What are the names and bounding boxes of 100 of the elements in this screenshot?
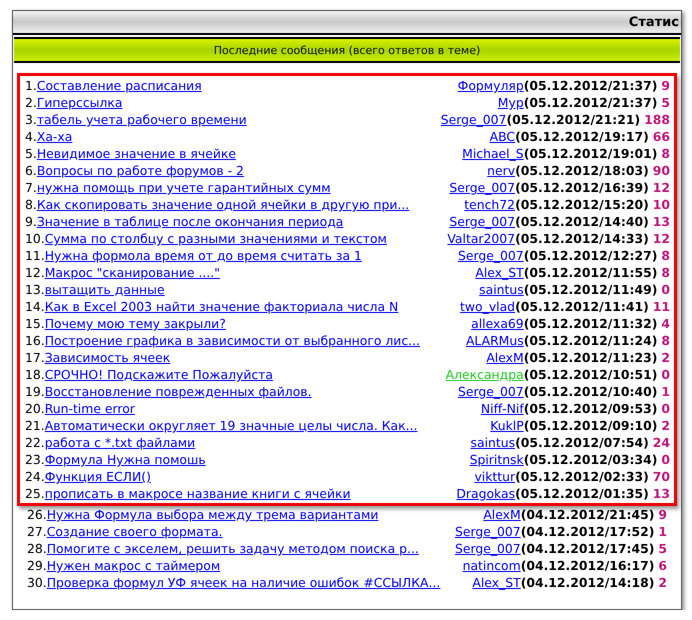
- topic-number: 7.: [25, 179, 37, 196]
- author-link[interactable]: two_vlad: [460, 298, 516, 315]
- reply-count: 188: [644, 111, 670, 128]
- topic-link[interactable]: Макрос "сканирование ....": [44, 264, 220, 281]
- post-date: (05.12.2012/10:40): [524, 383, 658, 400]
- post-date: (05.12.2012/12:27): [524, 247, 658, 264]
- reply-count: 8: [661, 332, 670, 349]
- post-date: (05.12.2012/09:53): [524, 400, 658, 417]
- post-date: (05.12.2012/18:03): [515, 162, 649, 179]
- topic-link[interactable]: Построение графика в зависимости от выбранного лис...: [44, 332, 420, 349]
- author-link[interactable]: Мур: [498, 94, 524, 111]
- topic-number: 15.: [25, 315, 45, 332]
- reply-count: 2: [661, 417, 670, 434]
- post-date: (05.12.2012/11:49): [524, 281, 658, 298]
- topic-link[interactable]: СРОЧНО! Подскажите Пожалуйста: [44, 366, 273, 383]
- author-link[interactable]: Serge_007: [449, 213, 516, 230]
- topic-link[interactable]: Как скопировать значение одной ячейки в другую при...: [36, 196, 410, 213]
- topic-link[interactable]: Восстановление поврежденных файлов.: [44, 383, 312, 400]
- author-link[interactable]: Serge_007: [454, 523, 521, 540]
- topic-link[interactable]: Помогите с экселем, решить задачу методом поиска р...: [46, 540, 419, 557]
- topic-number: 21.: [25, 417, 45, 434]
- post-date: (05.12.2012/14:33): [515, 230, 649, 247]
- reply-count: 0: [661, 451, 670, 468]
- topic-link[interactable]: Формула Нужна помошь: [44, 451, 206, 468]
- author-link[interactable]: Serge_007: [440, 111, 506, 128]
- author-link[interactable]: vikttur: [474, 468, 516, 485]
- post-date: (04.12.2012/14:18): [520, 574, 654, 591]
- author-link[interactable]: AlexM: [486, 349, 524, 366]
- reply-count: 10: [652, 196, 670, 213]
- reply-count: 2: [658, 574, 667, 591]
- reply-count: 13: [652, 485, 670, 502]
- topic-link[interactable]: Нужна Формула выбора между трема вариантами: [46, 506, 378, 523]
- post-date: (05.12.2012/19:01): [524, 145, 658, 162]
- author-link[interactable]: allexa69: [471, 315, 524, 332]
- topic-link[interactable]: Создание своего формата.: [46, 523, 222, 540]
- author-link[interactable]: AlexM: [483, 506, 521, 523]
- reply-count: 66: [652, 128, 670, 145]
- topic-number: 1.: [25, 77, 37, 94]
- author-link[interactable]: Serge_007: [454, 540, 521, 557]
- post-date: (05.12.2012/01:35): [515, 485, 649, 502]
- author-link[interactable]: ABC: [490, 128, 516, 145]
- topic-link[interactable]: Составление расписания: [36, 77, 202, 94]
- topic-link[interactable]: Сумма по столбцу с разными значениями и текстом: [44, 230, 387, 247]
- author-link[interactable]: Niff-Nif: [480, 400, 524, 417]
- author-link[interactable]: KuklP: [490, 417, 524, 434]
- author-link[interactable]: natincom: [462, 557, 521, 574]
- topic-link[interactable]: Автоматически округляет 19 значные целы числа. Как...: [44, 417, 418, 434]
- topic-link[interactable]: вытащить данные: [44, 281, 165, 298]
- topic-link[interactable]: Значение в таблице после окончания периода: [36, 213, 344, 230]
- author-link[interactable]: Spiritnsk: [470, 451, 524, 468]
- topic-link[interactable]: Проверка формул УФ ячеек на наличие ошибок #ССЫЛКА...: [46, 574, 440, 591]
- topic-number: 10.: [25, 230, 45, 247]
- author-link[interactable]: saintus: [479, 281, 524, 298]
- reply-count: 5: [658, 540, 667, 557]
- post-date: (04.12.2012/17:52): [520, 523, 654, 540]
- author-link[interactable]: saintus: [470, 434, 516, 451]
- topic-number: 12.: [25, 264, 45, 281]
- reply-count: 4: [661, 315, 670, 332]
- reply-count: 8: [661, 264, 670, 281]
- topic-number: 22.: [25, 434, 45, 451]
- topic-link[interactable]: Зависимость ячеек: [44, 349, 170, 366]
- author-link[interactable]: Serge_007: [449, 179, 516, 196]
- author-link[interactable]: Serge_007: [458, 383, 524, 400]
- topic-link[interactable]: Почему мою тему закрыли?: [44, 315, 226, 332]
- topic-link[interactable]: Ха-ха: [36, 128, 72, 145]
- topic-link[interactable]: Run-time error: [44, 400, 135, 417]
- topic-number: 28.: [27, 540, 47, 557]
- topic-link[interactable]: прописать в макросе название книги с ячейки: [44, 485, 351, 502]
- topic-number: 25.: [25, 485, 45, 502]
- topic-number: 11.: [25, 247, 45, 264]
- author-link[interactable]: Valtar2007: [447, 230, 516, 247]
- author-link[interactable]: Michael_S: [462, 145, 524, 162]
- topic-link[interactable]: Как в Excel 2003 найти значение факториала числа N: [44, 298, 398, 315]
- author-link[interactable]: Формуляр: [458, 77, 524, 94]
- post-date: (04.12.2012/16:17): [520, 557, 654, 574]
- reply-count: 24: [652, 434, 670, 451]
- topic-number: 23.: [25, 451, 45, 468]
- reply-count: 9: [661, 77, 670, 94]
- topic-link[interactable]: Невидимое значение в ячейке: [36, 145, 236, 162]
- author-link[interactable]: Serge_007: [458, 247, 524, 264]
- author-link[interactable]: Alex_ST: [475, 264, 524, 281]
- author-link[interactable]: ALARMus: [466, 332, 524, 349]
- reply-count: 0: [661, 366, 670, 383]
- topic-number: 24.: [25, 468, 45, 485]
- reply-count: 12: [652, 230, 670, 247]
- author-link[interactable]: Alex_ST: [472, 574, 521, 591]
- author-link[interactable]: tench72: [464, 196, 516, 213]
- post-date: (04.12.2012/21:45): [520, 506, 654, 523]
- topic-link[interactable]: нужна помощь при учете гарантийных сумм: [36, 179, 331, 196]
- topic-link[interactable]: табель учета рабочего времени: [36, 111, 247, 128]
- topic-link[interactable]: работа с *.txt файлами: [44, 434, 196, 451]
- topic-link[interactable]: Вопросы по работе форумов - 2: [36, 162, 244, 179]
- author-link[interactable]: nerv: [487, 162, 516, 179]
- topic-link[interactable]: Гиперссылка: [36, 94, 122, 111]
- topic-number: 9.: [25, 213, 37, 230]
- author-link[interactable]: Dragokas: [456, 485, 516, 502]
- topic-link[interactable]: Нужна формола время от до время считать за 1: [44, 247, 362, 264]
- post-date: (05.12.2012/14:40): [515, 213, 649, 230]
- topic-link[interactable]: Функция ЕСЛИ(): [44, 468, 151, 485]
- topic-link[interactable]: Нужен макрос с таймером: [46, 557, 220, 574]
